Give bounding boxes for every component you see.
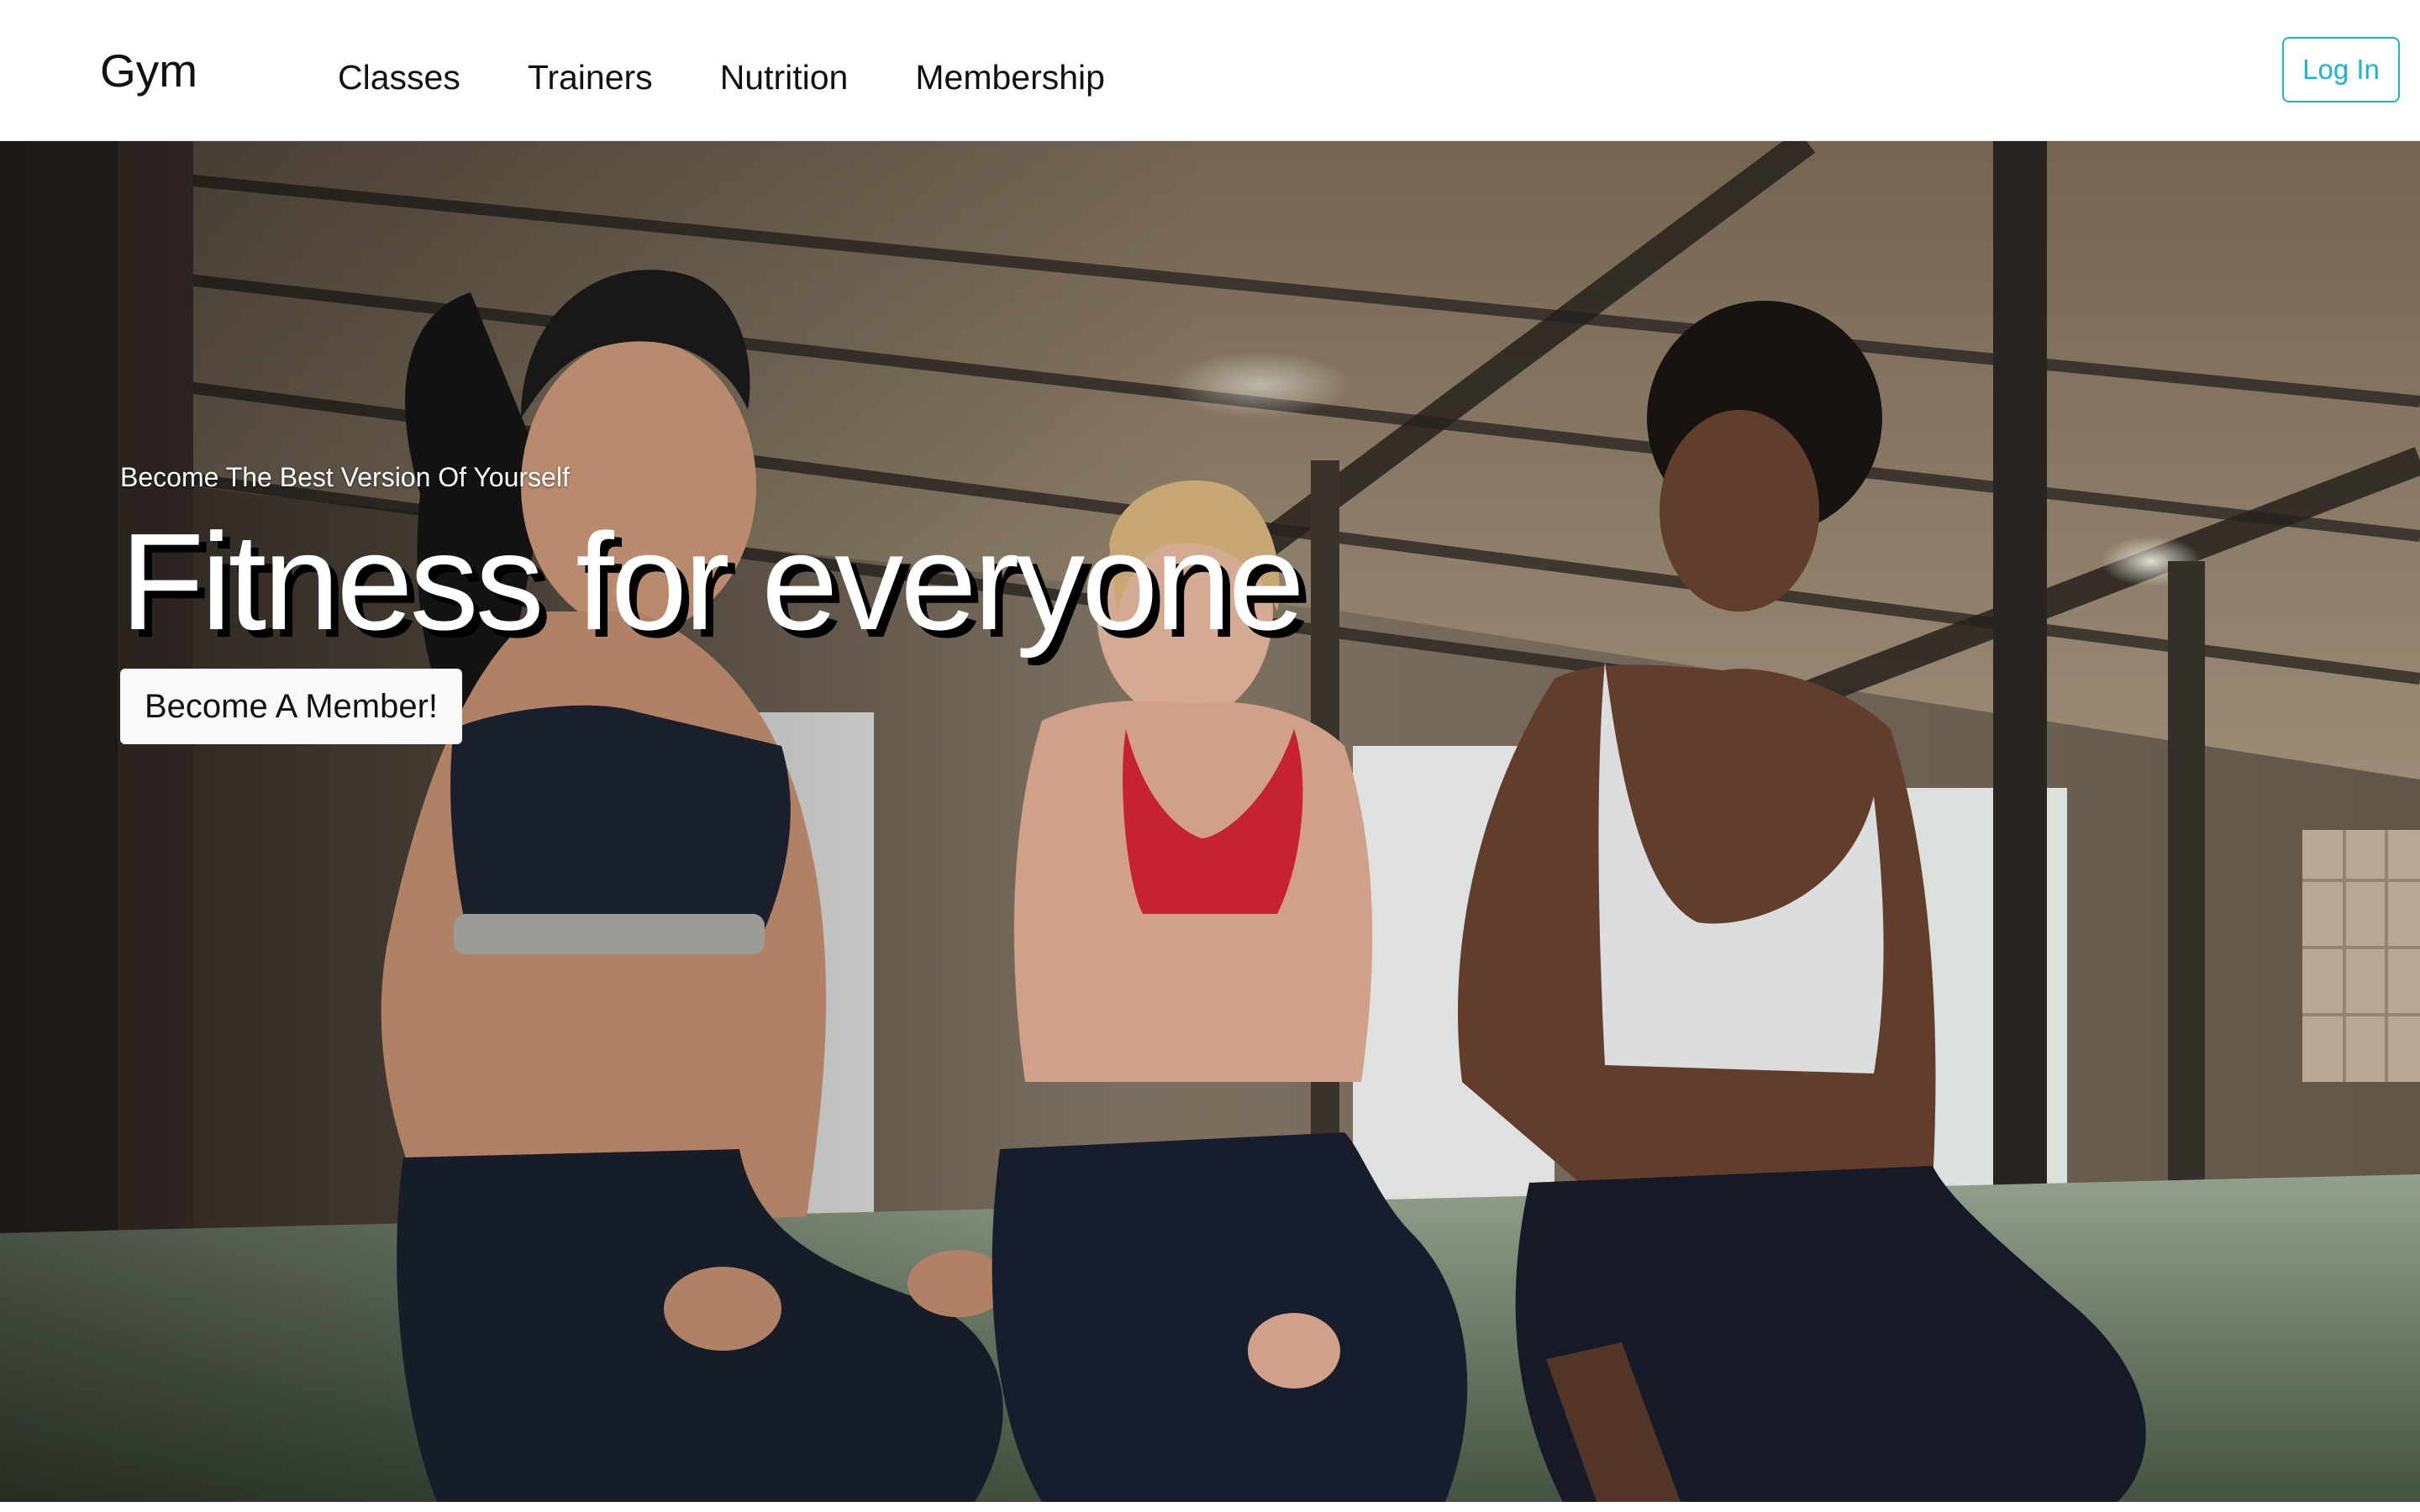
login-button[interactable]: Log In: [2282, 37, 2400, 102]
nav-link-membership[interactable]: Membership: [915, 52, 1105, 102]
nav-link-trainers[interactable]: Trainers: [528, 52, 653, 102]
hero-headline: Fitness for everyone: [120, 505, 1305, 659]
hero-eyebrow-text: Become The Best Version Of Yourself: [120, 462, 570, 492]
hero-section: Become The Best Version Of Yourself Fitn…: [0, 141, 2420, 1502]
brand-logo[interactable]: Gym: [100, 44, 197, 97]
hero-content: Become The Best Version Of Yourself Fitn…: [120, 460, 1305, 744]
nav-link-classes[interactable]: Classes: [338, 52, 460, 102]
become-member-button[interactable]: Become A Member!: [120, 669, 463, 744]
hero-background-photo: [0, 141, 2420, 1502]
nav-links: Classes Trainers Nutrition Membership: [338, 52, 1105, 102]
navbar: Gym Classes Trainers Nutrition Membershi…: [0, 0, 2420, 141]
nav-link-nutrition[interactable]: Nutrition: [720, 52, 849, 102]
